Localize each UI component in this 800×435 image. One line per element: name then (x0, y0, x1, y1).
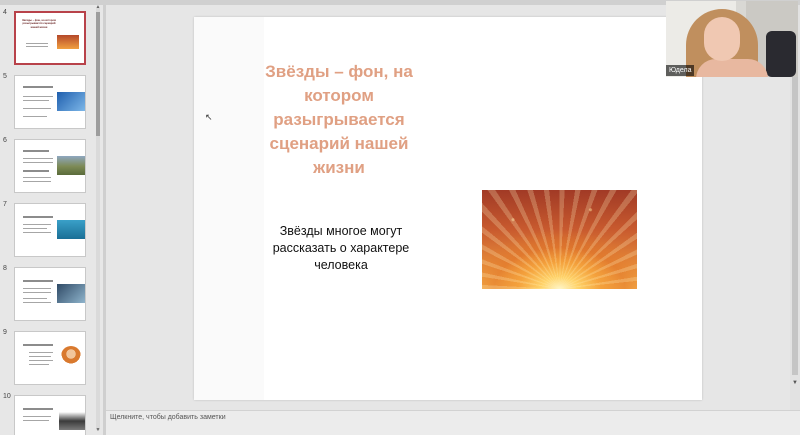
thumbnail-number: 5 (3, 73, 7, 80)
thumbnail-text-line (23, 100, 49, 101)
thumbnail-text-line (23, 288, 51, 289)
thumbnail-text-line (26, 43, 48, 44)
main-scrollbar-knob[interactable] (792, 25, 798, 375)
slide-thumbnail[interactable] (14, 395, 86, 435)
thumbnail-image (61, 346, 81, 366)
participant-face (704, 17, 740, 61)
thumbnail-heading-line (23, 170, 49, 172)
thumbnail-image (57, 35, 79, 49)
thumbnail-image (57, 156, 85, 175)
thumbnail-image (59, 412, 85, 430)
thumbnail-scrollbar[interactable] (96, 8, 100, 430)
slide-body-text[interactable]: Звёзды многое могут рассказать о характе… (260, 223, 422, 274)
scroll-down-icon[interactable]: ▼ (95, 428, 101, 433)
slide-thumbnail[interactable] (14, 139, 86, 193)
thumbnail-heading-line (23, 280, 53, 282)
thumbnail-row-9[interactable]: 9 (0, 329, 96, 385)
thumbnail-number: 4 (3, 9, 7, 16)
mouse-cursor-icon: ↖ (205, 112, 213, 122)
slide-thumbnail-pane: 4 Звёзды – фон, на котором разыгрывается… (0, 5, 103, 435)
slide-image-starburst[interactable] (482, 190, 637, 289)
thumbnail-text-line (23, 232, 51, 233)
thumbnail-text-line (29, 364, 49, 365)
thumbnail-heading-line (23, 344, 53, 346)
thumbnail-text-line (29, 360, 53, 361)
notes-pane[interactable]: Щелкните, чтобы добавить заметки (106, 410, 800, 435)
thumbnail-heading-line (23, 86, 53, 88)
thumbnail-text-line (29, 356, 51, 357)
thumbnail-text-line (23, 177, 51, 178)
thumbnail-text-line (23, 416, 51, 417)
notes-placeholder[interactable]: Щелкните, чтобы добавить заметки (110, 414, 226, 421)
slide-title[interactable]: Звёзды – фон, на котором разыгрывается с… (254, 60, 424, 180)
participant-name-label: Юдела (666, 65, 695, 76)
thumbnail-scrollbar-knob[interactable] (96, 12, 100, 136)
current-slide[interactable]: Звёзды – фон, на котором разыгрывается с… (194, 17, 702, 400)
thumbnail-row-5[interactable]: 5 (0, 73, 96, 129)
thumbnail-number: 10 (3, 393, 11, 400)
thumbnail-row-4[interactable]: 4 Звёзды – фон, на котором разыгрывается… (0, 9, 96, 65)
slide-thumbnail[interactable]: Звёзды – фон, на котором разыгрывается с… (14, 11, 86, 65)
slide-thumbnail[interactable] (14, 203, 86, 257)
thumbnail-text-line (23, 420, 49, 421)
webcam-video-tile[interactable]: Юдела (666, 1, 798, 77)
thumbnail-text-line (29, 352, 53, 353)
thumbnail-text-line (23, 224, 51, 225)
thumbnail-text-line (23, 302, 51, 303)
thumbnail-text-line (23, 228, 47, 229)
slide-thumbnail[interactable] (14, 331, 86, 385)
thumbnail-text-line (23, 158, 53, 159)
thumbnail-text-line (23, 108, 51, 109)
thumbnail-number: 7 (3, 201, 7, 208)
thumbnail-row-8[interactable]: 8 (0, 265, 96, 321)
thumbnail-text-line (23, 181, 51, 182)
light-rays (482, 190, 637, 289)
thumbnail-row-10[interactable]: 10 (0, 393, 96, 435)
thumbnail-row-7[interactable]: 7 (0, 201, 96, 257)
thumbnail-number: 9 (3, 329, 7, 336)
thumbnail-image (57, 284, 85, 303)
thumbnail-text-line (23, 292, 51, 293)
thumbnail-number: 8 (3, 265, 7, 272)
participant-body (696, 59, 768, 77)
thumbnail-image (57, 220, 85, 239)
thumbnail-heading-line (23, 216, 53, 218)
slide-thumbnail[interactable] (14, 267, 86, 321)
thumbnail-number: 6 (3, 137, 7, 144)
thumbnail-row-6[interactable]: 6 (0, 137, 96, 193)
scroll-down-icon[interactable]: ▼ (790, 379, 800, 388)
thumbnail-text-line (23, 116, 47, 117)
scroll-up-icon[interactable]: ▲ (95, 5, 101, 10)
thumbnail-heading-line (23, 150, 49, 152)
slide-thumbnail[interactable] (14, 75, 86, 129)
webcam-chair (766, 31, 796, 77)
thumbnail-text-line (23, 298, 47, 299)
thumbnail-text-line (23, 96, 53, 97)
thumbnail-heading-line (23, 408, 53, 410)
thumbnail-text-line (26, 46, 48, 47)
thumbnail-text-line (23, 162, 53, 163)
thumbnail-title: Звёзды – фон, на котором разыгрывается с… (22, 19, 56, 29)
thumbnail-image (57, 92, 85, 111)
